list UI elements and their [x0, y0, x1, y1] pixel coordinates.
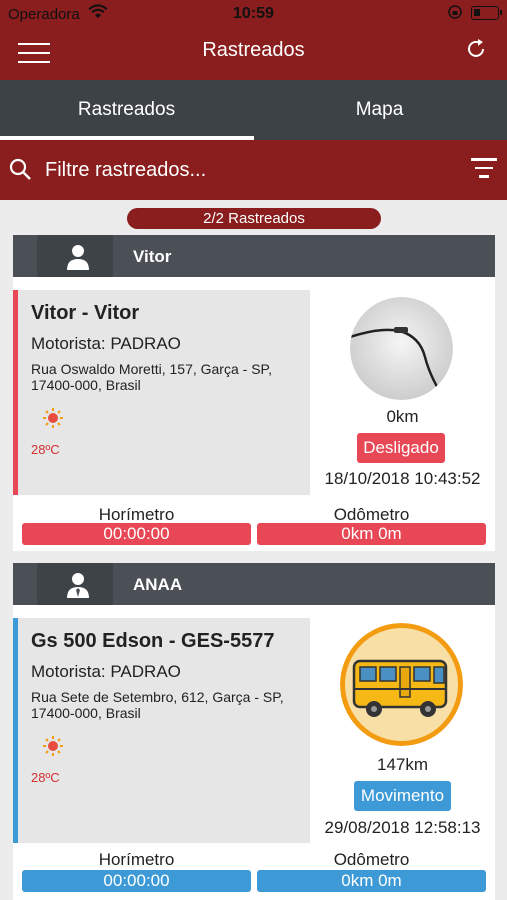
last-update: 29/08/2018 12:58:13 [324, 818, 481, 837]
tab-mapa[interactable]: Mapa [253, 80, 506, 140]
hour-meter-label: Horímetro [98, 505, 175, 524]
sun-icon [43, 736, 63, 756]
clock: 10:59 [233, 5, 274, 22]
distance: 147km [376, 755, 429, 774]
navigation-bar: Rastreados [0, 30, 507, 80]
vehicle-name: Gs 500 Edson - GES-5577 [31, 630, 275, 652]
tab-rastreados[interactable]: Rastreados [0, 80, 254, 140]
search-input[interactable] [45, 154, 445, 186]
hour-meter-value: 00:00:00 [22, 870, 251, 892]
address: Rua Sete de Setembro, 612, Garça - SP, 1… [31, 689, 284, 721]
tracker-count-badge: 2/2 Rastreados [127, 208, 381, 229]
odometer-value: 0km 0m [257, 870, 486, 892]
device-photo [350, 297, 453, 400]
status-badge: Movimento [354, 781, 451, 811]
filter-icon[interactable] [471, 158, 497, 184]
search-bar [0, 140, 507, 200]
driver-label: Motorista: PADRAO [31, 334, 181, 353]
card-header: ANAA [13, 563, 495, 605]
businessman-icon [67, 573, 89, 598]
last-update: 18/10/2018 10:43:52 [324, 469, 481, 488]
refresh-icon[interactable] [465, 38, 487, 60]
card-header: Vitor [13, 235, 495, 277]
bus-icon [340, 623, 463, 746]
temperature: 28ºC [31, 770, 60, 785]
temperature: 28ºC [31, 442, 60, 457]
tracker-card[interactable]: ANAA Gs 500 Edson - GES-5577 Motorista: … [13, 563, 495, 900]
status-bar: Operadora 10:59 [0, 0, 507, 30]
vehicle-info: Vitor - Vitor Motorista: PADRAO Rua Oswa… [13, 290, 310, 495]
address: Rua Oswaldo Moretti, 157, Garça - SP, 17… [31, 361, 272, 393]
hour-meter-label: Horímetro [98, 850, 175, 869]
person-icon [67, 245, 89, 270]
sun-icon [43, 408, 63, 428]
battery-icon [471, 6, 502, 20]
rotation-lock-icon [448, 5, 462, 19]
tab-bar: Rastreados Mapa [0, 80, 507, 140]
odometer-label: Odômetro [333, 505, 410, 524]
search-icon [9, 158, 31, 180]
tracker-card[interactable]: Vitor Vitor - Vitor Motorista: PADRAO Ru… [13, 235, 495, 551]
odometer-label: Odômetro [333, 850, 410, 869]
vehicle-info: Gs 500 Edson - GES-5577 Motorista: PADRA… [13, 618, 310, 843]
status-badge: Desligado [357, 433, 445, 463]
distance: 0km [386, 407, 419, 426]
group-name: Vitor [133, 247, 172, 266]
odometer-value: 0km 0m [257, 523, 486, 545]
hour-meter-value: 00:00:00 [22, 523, 251, 545]
driver-label: Motorista: PADRAO [31, 662, 181, 681]
vehicle-name: Vitor - Vitor [31, 302, 140, 324]
group-name: ANAA [133, 575, 183, 594]
page-title: Rastreados [202, 39, 305, 61]
